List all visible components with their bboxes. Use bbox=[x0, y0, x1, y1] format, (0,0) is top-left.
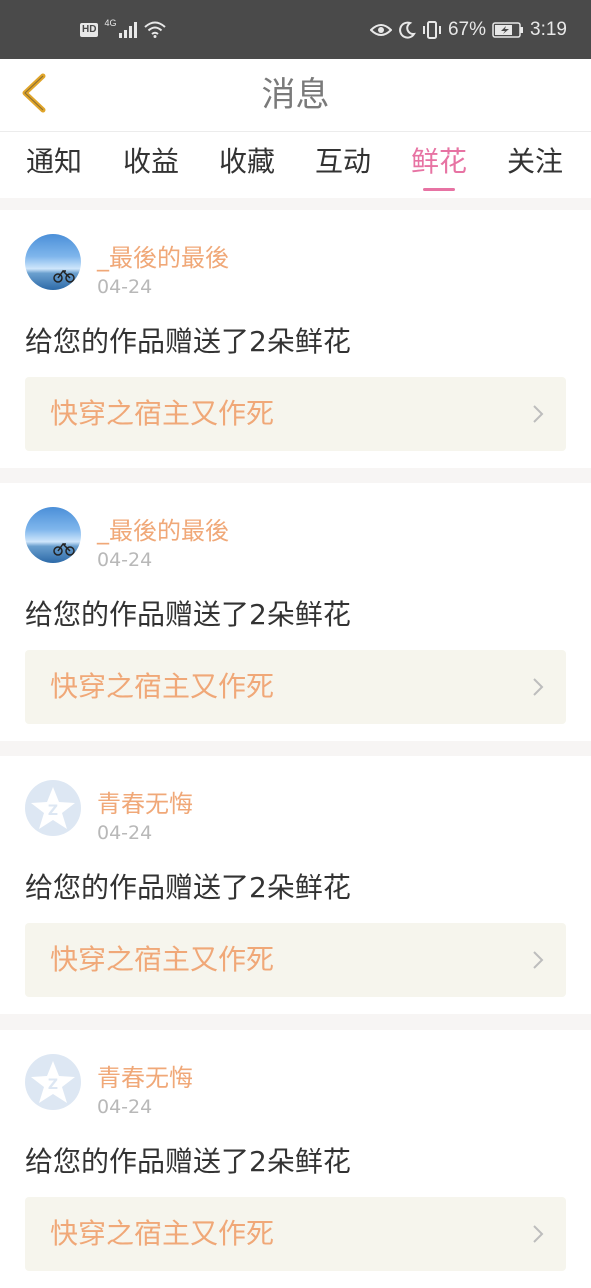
message-text: 给您的作品赠送了2朵鲜花 bbox=[25, 598, 351, 631]
tab-label: 互动 bbox=[314, 145, 371, 178]
network-type: 4G bbox=[104, 17, 117, 28]
app-header: 消息 bbox=[0, 59, 591, 132]
tab-earnings[interactable]: 收益 bbox=[111, 132, 191, 198]
work-link[interactable]: 快穿之宿主又作死 bbox=[25, 923, 566, 997]
tab-label: 收藏 bbox=[218, 145, 275, 178]
wifi-icon bbox=[144, 21, 167, 38]
work-link[interactable]: 快穿之宿主又作死 bbox=[25, 1197, 566, 1271]
vibrate-icon bbox=[422, 20, 442, 39]
work-link[interactable]: 快穿之宿主又作死 bbox=[25, 650, 566, 724]
tab-following[interactable]: 关注 bbox=[495, 132, 575, 198]
work-title: 快穿之宿主又作死 bbox=[50, 670, 275, 703]
message-date: 04-24 bbox=[97, 822, 153, 844]
chevron-right-icon bbox=[532, 950, 544, 974]
username[interactable]: _最後的最後 bbox=[97, 238, 229, 273]
user-avatar[interactable] bbox=[25, 507, 81, 563]
hd-badge: HD bbox=[80, 22, 99, 37]
bicycle-icon bbox=[53, 269, 75, 283]
username[interactable]: 青春无悔 bbox=[97, 1058, 193, 1093]
message-card: Z 青春无悔 04-24 给您的作品赠送了2朵鲜花 快穿之宿主又作死 bbox=[0, 1030, 591, 1288]
active-tab-indicator bbox=[423, 188, 455, 191]
user-avatar[interactable] bbox=[25, 234, 81, 290]
page-title: 消息 bbox=[261, 75, 330, 115]
chevron-right-icon bbox=[532, 404, 544, 428]
message-card: _最後的最後 04-24 给您的作品赠送了2朵鲜花 快穿之宿主又作死 bbox=[0, 483, 591, 741]
back-button[interactable] bbox=[14, 73, 54, 117]
tab-label: 通知 bbox=[25, 145, 82, 178]
tab-label: 收益 bbox=[122, 145, 179, 178]
message-card: _最後的最後 04-24 给您的作品赠送了2朵鲜花 快穿之宿主又作死 bbox=[0, 210, 591, 468]
status-right: 67% 3:19 bbox=[369, 0, 567, 59]
star-icon: Z bbox=[31, 1061, 75, 1103]
message-text: 给您的作品赠送了2朵鲜花 bbox=[25, 325, 351, 358]
message-card: Z 青春无悔 04-24 给您的作品赠送了2朵鲜花 快穿之宿主又作死 bbox=[0, 756, 591, 1014]
svg-text:Z: Z bbox=[48, 803, 58, 819]
chevron-right-icon bbox=[532, 1224, 544, 1248]
message-date: 04-24 bbox=[97, 1096, 153, 1118]
work-title: 快穿之宿主又作死 bbox=[50, 943, 275, 976]
message-text: 给您的作品赠送了2朵鲜花 bbox=[25, 1145, 351, 1178]
tab-label: 关注 bbox=[506, 145, 563, 178]
battery-percent: 67% bbox=[447, 18, 487, 40]
chevron-right-icon bbox=[532, 677, 544, 701]
status-bar: HD 4G 67% 3:19 bbox=[0, 0, 591, 59]
tab-interactions[interactable]: 互动 bbox=[303, 132, 383, 198]
message-date: 04-24 bbox=[97, 549, 153, 571]
signal-icon bbox=[118, 21, 138, 38]
tab-label: 鲜花 bbox=[410, 145, 467, 178]
moon-icon bbox=[398, 21, 416, 39]
message-date: 04-24 bbox=[97, 276, 153, 298]
username[interactable]: _最後的最後 bbox=[97, 511, 229, 546]
work-title: 快穿之宿主又作死 bbox=[50, 397, 275, 430]
star-icon: Z bbox=[31, 787, 75, 829]
svg-text:Z: Z bbox=[48, 1077, 58, 1093]
work-link[interactable]: 快穿之宿主又作死 bbox=[25, 377, 566, 451]
bicycle-icon bbox=[53, 542, 75, 556]
tab-bar: 通知 收益 收藏 互动 鲜花 关注 bbox=[0, 132, 591, 198]
user-avatar[interactable]: Z bbox=[25, 780, 81, 836]
username[interactable]: 青春无悔 bbox=[97, 784, 193, 819]
tab-favorites[interactable]: 收藏 bbox=[207, 132, 287, 198]
message-text: 给您的作品赠送了2朵鲜花 bbox=[25, 871, 351, 904]
tab-flowers[interactable]: 鲜花 bbox=[399, 132, 479, 198]
battery-charging-icon bbox=[492, 21, 524, 38]
status-left: HD 4G bbox=[80, 0, 167, 59]
user-avatar[interactable]: Z bbox=[25, 1054, 81, 1110]
work-title: 快穿之宿主又作死 bbox=[50, 1217, 275, 1250]
clock: 3:19 bbox=[530, 18, 567, 40]
eye-icon bbox=[369, 22, 392, 38]
chevron-left-icon bbox=[19, 72, 49, 118]
tab-notifications[interactable]: 通知 bbox=[14, 132, 94, 198]
